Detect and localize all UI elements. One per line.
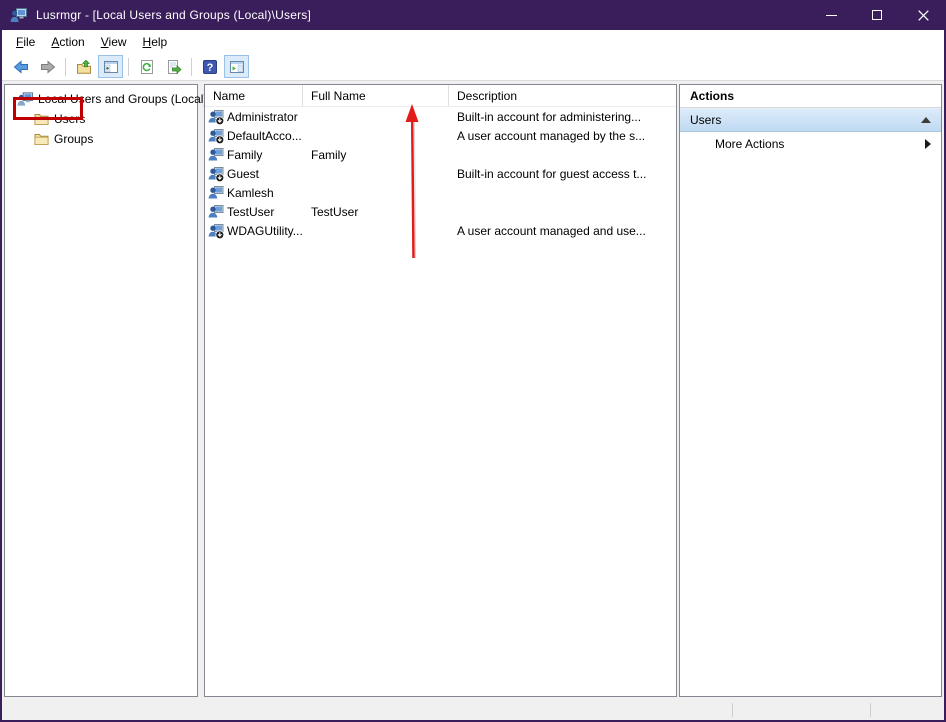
menu-file[interactable]: File <box>8 32 43 52</box>
list-header: Name Full Name Description <box>205 85 676 107</box>
collapse-icon[interactable] <box>921 117 931 123</box>
back-arrow-icon <box>13 59 28 74</box>
column-header-full-name[interactable]: Full Name <box>303 85 449 106</box>
user-name: TestUser <box>227 204 275 219</box>
account-disabled-badge-icon <box>215 229 224 239</box>
forward-arrow-icon <box>40 59 55 74</box>
app-icon <box>10 8 27 22</box>
user-name: Administrator <box>227 109 298 124</box>
account-disabled-badge-icon <box>215 134 224 144</box>
forward-button[interactable] <box>35 55 60 78</box>
close-button[interactable] <box>900 0 946 30</box>
maximize-button[interactable] <box>854 0 900 30</box>
user-name: WDAGUtility... <box>227 223 303 238</box>
minimize-icon <box>825 14 837 16</box>
local-users-groups-icon <box>17 92 34 106</box>
user-name: Family <box>227 147 263 162</box>
folder-icon <box>34 134 49 145</box>
user-row[interactable]: Guest Built-in account for guest access … <box>205 164 676 183</box>
user-account-icon <box>208 109 224 125</box>
close-icon <box>917 9 929 21</box>
minimize-button[interactable] <box>808 0 854 30</box>
toolbar-separator <box>191 57 192 76</box>
user-description: A user account managed by the s... <box>457 128 646 143</box>
window-controls <box>808 0 946 30</box>
toolbar: ? <box>2 53 944 81</box>
action-pane-icon <box>229 60 244 73</box>
window-title: Lusrmgr - [Local Users and Groups (Local… <box>36 8 312 22</box>
maximize-icon <box>872 10 882 20</box>
user-account-icon <box>208 166 224 182</box>
folder-icon <box>34 114 49 125</box>
up-one-level-button[interactable] <box>71 55 96 78</box>
users-list-panel: Name Full Name Description Administrator… <box>204 84 677 697</box>
user-description: Built-in account for guest access t... <box>457 166 647 181</box>
user-row[interactable]: TestUser TestUser <box>205 202 676 221</box>
column-header-description[interactable]: Description <box>449 85 676 106</box>
user-description: Built-in account for administering... <box>457 109 642 124</box>
export-list-icon <box>167 59 182 74</box>
user-description: A user account managed and use... <box>457 223 646 238</box>
svg-text:?: ? <box>206 62 213 74</box>
user-row[interactable]: DefaultAcco... A user account managed by… <box>205 126 676 145</box>
actions-section-users[interactable]: Users <box>680 108 941 132</box>
more-actions-label: More Actions <box>715 136 785 151</box>
tree-root-label: Local Users and Groups (Local) <box>38 92 208 106</box>
show-console-tree-button[interactable] <box>98 55 123 78</box>
lusrmgr-window: Lusrmgr - [Local Users and Groups (Local… <box>0 0 946 722</box>
folder-up-icon <box>76 59 91 74</box>
account-disabled-badge-icon <box>215 172 224 182</box>
user-row[interactable]: Kamlesh <box>205 183 676 202</box>
user-name: DefaultAcco... <box>227 128 302 143</box>
more-actions-item[interactable]: More Actions <box>680 132 941 155</box>
menu-bar: File Action View Help <box>2 30 944 53</box>
menu-action[interactable]: Action <box>43 32 92 52</box>
user-name: Kamlesh <box>227 185 274 200</box>
help-button[interactable]: ? <box>197 55 222 78</box>
user-account-icon <box>208 185 224 198</box>
submenu-arrow-icon <box>925 138 931 149</box>
actions-panel: Actions Users More Actions <box>679 84 942 697</box>
export-list-button[interactable] <box>161 55 186 78</box>
menu-help[interactable]: Help <box>135 32 176 52</box>
user-account-icon <box>208 147 224 160</box>
menu-view[interactable]: View <box>93 32 135 52</box>
tree-item-users[interactable]: Users <box>5 109 197 129</box>
toolbar-separator <box>128 57 129 76</box>
user-row[interactable]: WDAGUtility... A user account managed an… <box>205 221 676 240</box>
tree-item-groups[interactable]: Groups <box>5 129 197 149</box>
statusbar-divider <box>870 703 871 717</box>
statusbar-divider <box>732 703 733 717</box>
show-action-pane-button[interactable] <box>224 55 249 78</box>
user-row[interactable]: Family Family <box>205 145 676 164</box>
console-tree-icon <box>103 60 118 73</box>
actions-panel-title: Actions <box>680 85 941 108</box>
account-disabled-badge-icon <box>215 115 224 125</box>
user-full-name: Family <box>311 147 347 162</box>
actions-section-label: Users <box>690 113 722 127</box>
user-account-icon <box>208 204 224 217</box>
tree-root-item[interactable]: Local Users and Groups (Local) <box>5 89 207 109</box>
help-icon: ? <box>202 59 217 74</box>
back-button[interactable] <box>8 55 33 78</box>
user-row[interactable]: Administrator Built-in account for admin… <box>205 107 676 126</box>
console-tree-panel: Local Users and Groups (Local) Users Gro… <box>4 84 207 697</box>
toolbar-separator <box>65 57 66 76</box>
tree-item-groups-label: Groups <box>54 132 94 146</box>
user-account-icon <box>208 128 224 144</box>
status-bar <box>2 700 944 720</box>
user-full-name: TestUser <box>311 204 359 219</box>
title-bar: Lusrmgr - [Local Users and Groups (Local… <box>0 0 946 30</box>
tree-item-users-label: Users <box>54 112 86 126</box>
refresh-button[interactable] <box>134 55 159 78</box>
user-account-icon <box>208 223 224 239</box>
column-header-name[interactable]: Name <box>205 85 303 106</box>
refresh-icon <box>140 59 153 74</box>
user-name: Guest <box>227 166 260 181</box>
user-list-body: Administrator Built-in account for admin… <box>205 107 676 240</box>
